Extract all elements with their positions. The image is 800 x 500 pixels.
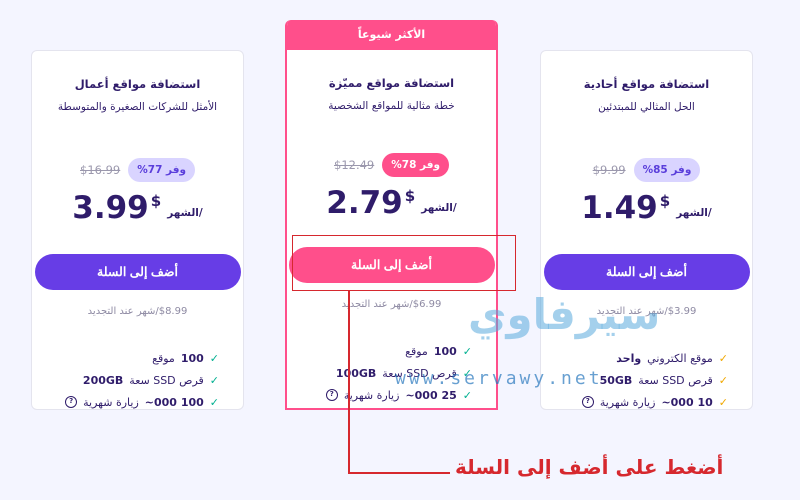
info-icon[interactable]: ? bbox=[65, 396, 78, 408]
check-icon: ✓ bbox=[718, 395, 728, 409]
add-to-cart-button[interactable]: أضف إلى السلة bbox=[543, 254, 750, 290]
callout-line bbox=[348, 291, 350, 473]
info-icon[interactable]: ? bbox=[581, 396, 594, 408]
plan-title: استضافة مواقع أعمال bbox=[74, 77, 201, 91]
per-month-label: /الشهر bbox=[421, 202, 457, 214]
old-price: $9.99 bbox=[592, 163, 626, 177]
plan-title: استضافة مواقع مميّزة bbox=[328, 76, 455, 90]
price-row: /الشهر 2.79 $ bbox=[287, 180, 496, 220]
renewal-price: $3.99/شهر عند التجديد bbox=[596, 306, 697, 317]
list-item: ✓ قرص SSD سعة 50GB bbox=[599, 373, 728, 387]
plan-card-premium: الأكثر شيوعاً استضافة مواقع مميّزة خطة م… bbox=[285, 20, 498, 410]
add-to-cart-button[interactable]: أضف إلى السلة bbox=[34, 254, 241, 290]
check-icon: ✓ bbox=[462, 344, 472, 358]
plan-title: استضافة مواقع أحادية bbox=[583, 77, 710, 91]
renewal-price: $6.99/شهر عند التجديد bbox=[341, 299, 442, 310]
discount-badge: وفر 78% bbox=[382, 153, 449, 177]
discount-badge: وفر 85% bbox=[633, 158, 701, 182]
list-item: ✓ قرص SSD سعة 100GB bbox=[335, 366, 472, 380]
per-month-label: /الشهر bbox=[676, 207, 712, 219]
list-item: ✓ 100 موقع bbox=[152, 351, 219, 365]
renewal-price: $8.99/شهر عند التجديد bbox=[87, 306, 188, 317]
check-icon: ✓ bbox=[462, 366, 472, 380]
list-item: ✓ 100 000~ زيارة شهرية? bbox=[32, 391, 243, 409]
price-row: /الشهر 1.49 $ bbox=[541, 185, 752, 225]
callout-line bbox=[348, 472, 450, 474]
discount-row: وفر 77% $16.99 bbox=[32, 157, 243, 183]
feature-list: ✓ موقع الكتروني واحد ✓ قرص SSD سعة 50GB ✓ 10 … bbox=[541, 347, 752, 409]
list-item: ✓ 25 000~ زيارة شهرية? bbox=[287, 384, 496, 406]
feature-list: ✓ 100 موقع ✓ قرص SSD سعة 100GB ✓ 25 000~ زيارة… bbox=[287, 340, 496, 406]
list-item: ✓ 100 موقع bbox=[405, 344, 472, 358]
list-item: ✓ 10 000~ زيارة شهرية? bbox=[541, 391, 752, 409]
most-popular-banner: الأكثر شيوعاً bbox=[287, 20, 496, 50]
plan-subtitle: الحل المثالي للمبتدئين bbox=[598, 101, 695, 113]
plan-subtitle: الأمثل للشركات الصغيرة والمتوسطة bbox=[57, 101, 218, 113]
check-icon: ✓ bbox=[718, 373, 728, 387]
old-price: $16.99 bbox=[80, 163, 121, 177]
check-icon: ✓ bbox=[209, 351, 219, 365]
plan-card-single: استضافة مواقع أحادية الحل المثالي للمبتد… bbox=[540, 50, 753, 410]
plan-card-business: استضافة مواقع أعمال الأمثل للشركات الصغي… bbox=[31, 50, 244, 410]
price: 3.99 $ bbox=[72, 190, 162, 226]
check-icon: ✓ bbox=[209, 373, 219, 387]
discount-badge: وفر 77% bbox=[128, 158, 195, 182]
info-icon[interactable]: ? bbox=[325, 389, 338, 401]
list-item: ✓ قرص SSD سعة 200GB bbox=[82, 373, 219, 387]
highlight-box bbox=[292, 235, 516, 291]
annotation-text: أضغط على أضف إلى السلة bbox=[455, 455, 724, 479]
price: 2.79 $ bbox=[326, 185, 416, 221]
feature-list: ✓ 100 موقع ✓ قرص SSD سعة 200GB ✓ 100 000~ زيار… bbox=[32, 347, 243, 409]
discount-row: وفر 78% $12.49 bbox=[287, 152, 496, 178]
price: 1.49 $ bbox=[581, 190, 671, 226]
check-icon: ✓ bbox=[718, 351, 728, 365]
plan-subtitle: خطة مثالية للمواقع الشخصية bbox=[328, 100, 455, 112]
discount-row: وفر 85% $9.99 bbox=[541, 157, 752, 183]
list-item: ✓ موقع الكتروني واحد bbox=[616, 351, 728, 365]
per-month-label: /الشهر bbox=[167, 207, 203, 219]
check-icon: ✓ bbox=[462, 388, 472, 402]
check-icon: ✓ bbox=[209, 395, 219, 409]
price-row: /الشهر 3.99 $ bbox=[32, 185, 243, 225]
old-price: $12.49 bbox=[334, 158, 375, 172]
